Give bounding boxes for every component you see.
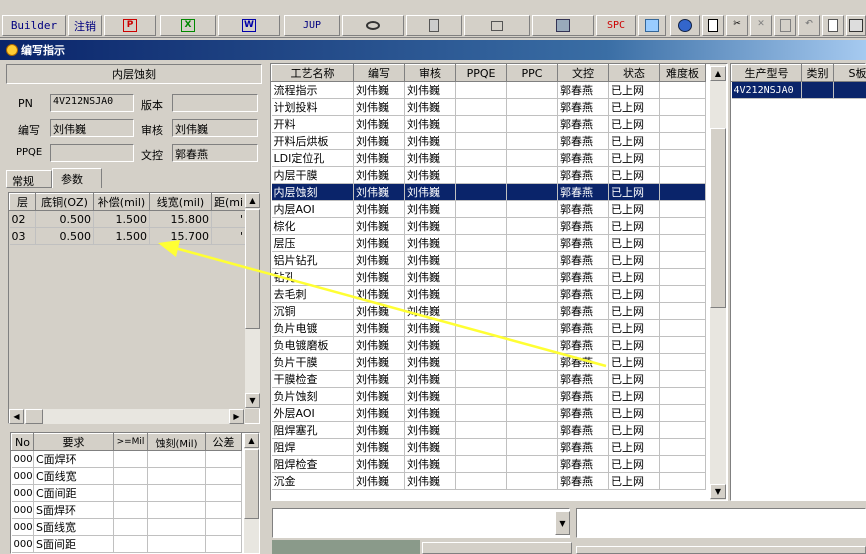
annotation-arrow [158, 240, 607, 368]
arrow-head [158, 240, 180, 257]
arrow-line [174, 246, 607, 368]
